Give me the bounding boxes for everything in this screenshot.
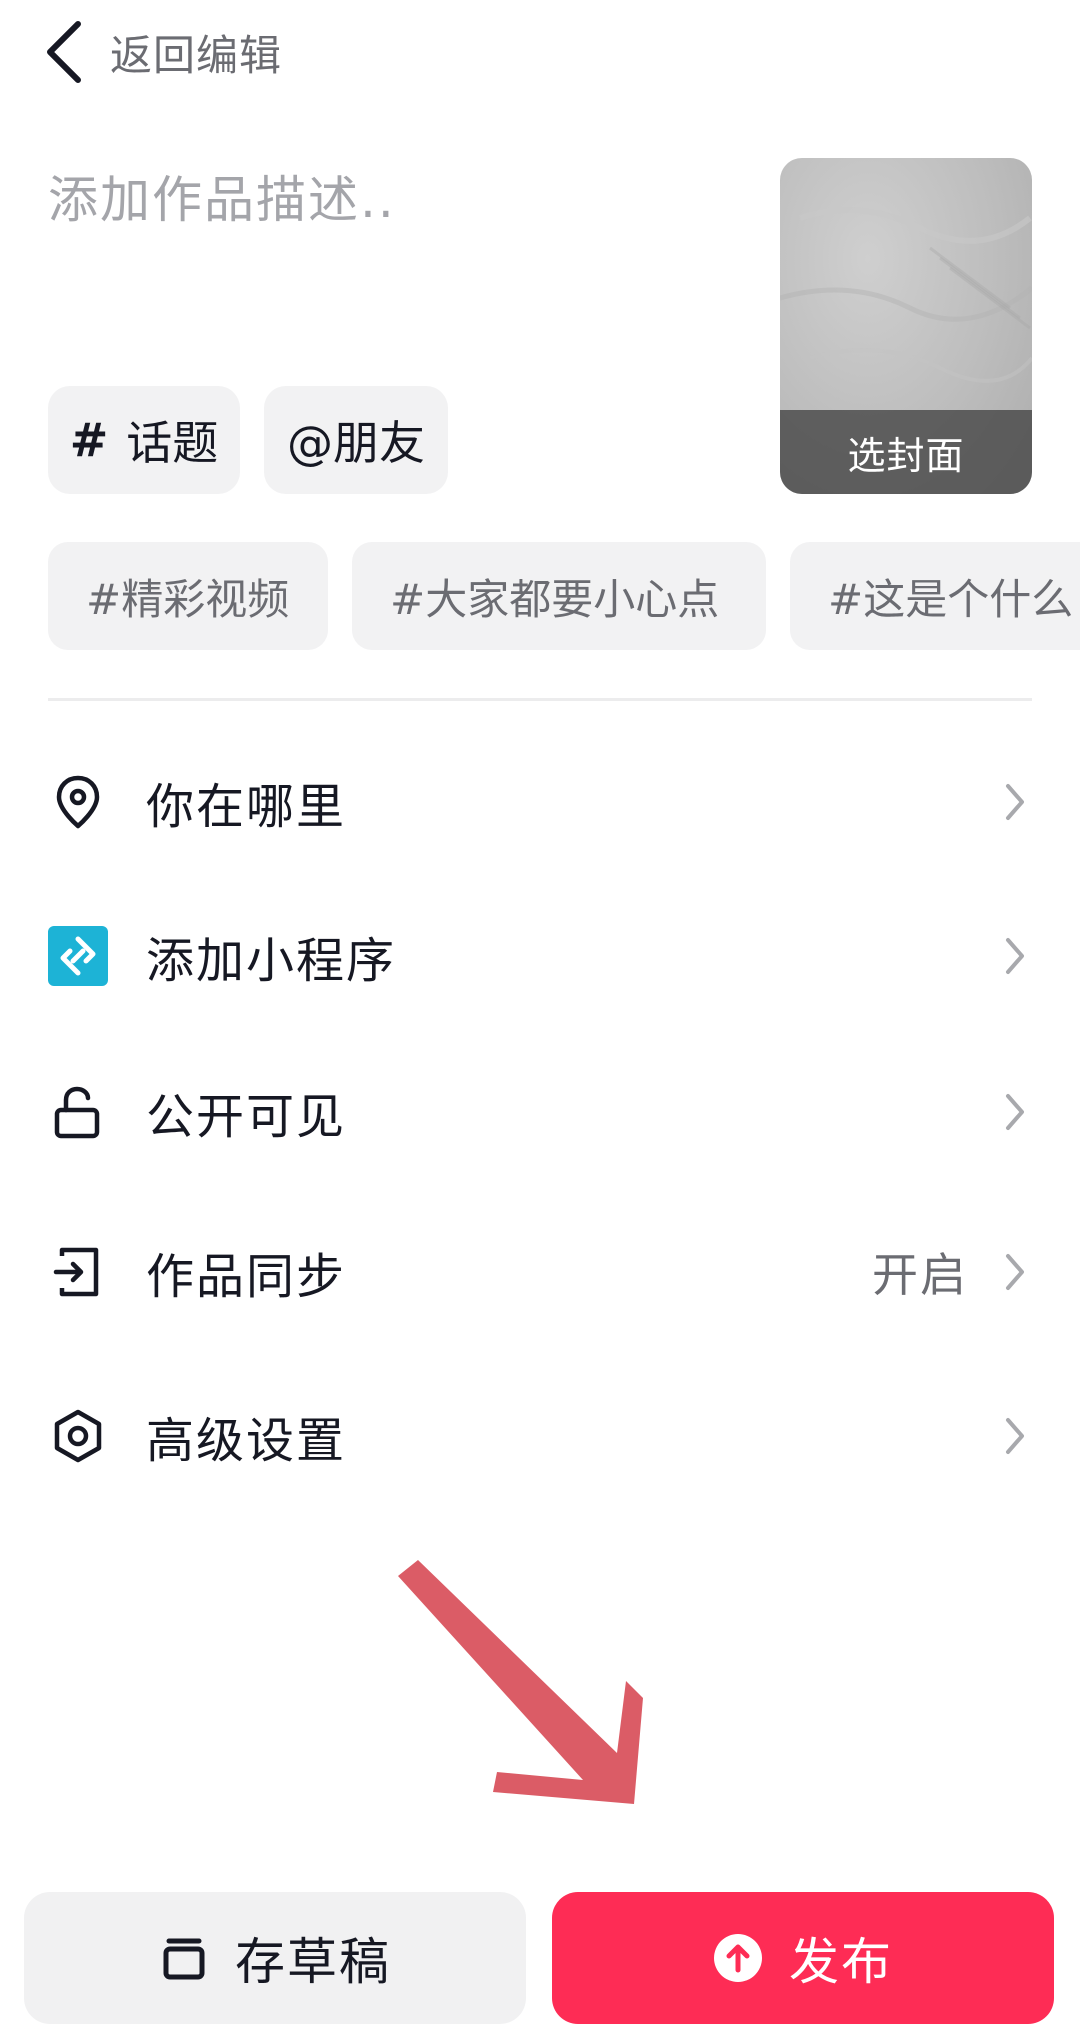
chevron-right-icon [1006, 784, 1024, 820]
chevron-left-icon [47, 21, 81, 83]
location-row[interactable]: 你在哪里 [0, 742, 1080, 862]
topic-label: 话题 [126, 416, 219, 470]
location-label: 你在哪里 [146, 779, 347, 835]
chevron-right-icon [1006, 1418, 1024, 1454]
suggested-topic-1[interactable]: #精彩视频 [48, 542, 328, 650]
mention-friend-button[interactable]: @朋友 [264, 386, 448, 494]
friend-label: @朋友 [287, 416, 425, 470]
unlock-icon [54, 1086, 100, 1139]
visibility-label: 公开可见 [146, 1089, 347, 1145]
publish-label: 发布 [789, 1933, 893, 1991]
sync-label: 作品同步 [146, 1249, 347, 1305]
description-input[interactable]: 添加作品描述.. [48, 160, 748, 232]
back-label: 返回编辑 [110, 30, 283, 80]
settings-hexagon-icon [54, 1409, 102, 1463]
upload-arrow-icon [714, 1934, 762, 1982]
save-draft-button[interactable]: 存草稿 [24, 1892, 526, 2024]
back-to-edit-button[interactable]: 返回编辑 [40, 12, 282, 92]
annotation-arrow [398, 1560, 643, 1804]
chevron-right-icon [1006, 1094, 1024, 1130]
mini-program-label: 添加小程序 [146, 933, 397, 989]
chevron-right-icon [1006, 938, 1024, 974]
select-cover-button[interactable]: 选封面 [780, 410, 1032, 494]
advanced-settings-label: 高级设置 [146, 1413, 347, 1469]
add-topic-button[interactable]: # 话题 [48, 386, 240, 494]
save-draft-label: 存草稿 [235, 1933, 391, 1991]
draft-box-icon [163, 1938, 205, 1980]
suggested-topic-2[interactable]: #大家都要小心点 [352, 542, 766, 650]
location-pin-icon [56, 775, 100, 829]
sync-export-icon [53, 1247, 99, 1297]
cover-thumbnail[interactable]: 选封面 [780, 158, 1032, 494]
visibility-row[interactable]: 公开可见 [0, 1052, 1080, 1172]
chevron-right-icon [1006, 1254, 1024, 1290]
divider [48, 698, 1032, 701]
suggested-topic-3[interactable]: #这是个什么 [790, 542, 1080, 650]
sync-status-value: 开启 [872, 1248, 968, 1302]
advanced-settings-row[interactable]: 高级设置 [0, 1376, 1080, 1496]
mini-program-row[interactable]: 添加小程序 [0, 896, 1080, 1016]
mini-program-icon [48, 926, 108, 986]
hashtag-icon: # [69, 413, 109, 467]
sync-row[interactable]: 作品同步 开启 [0, 1212, 1080, 1332]
publish-button[interactable]: 发布 [552, 1892, 1054, 2024]
